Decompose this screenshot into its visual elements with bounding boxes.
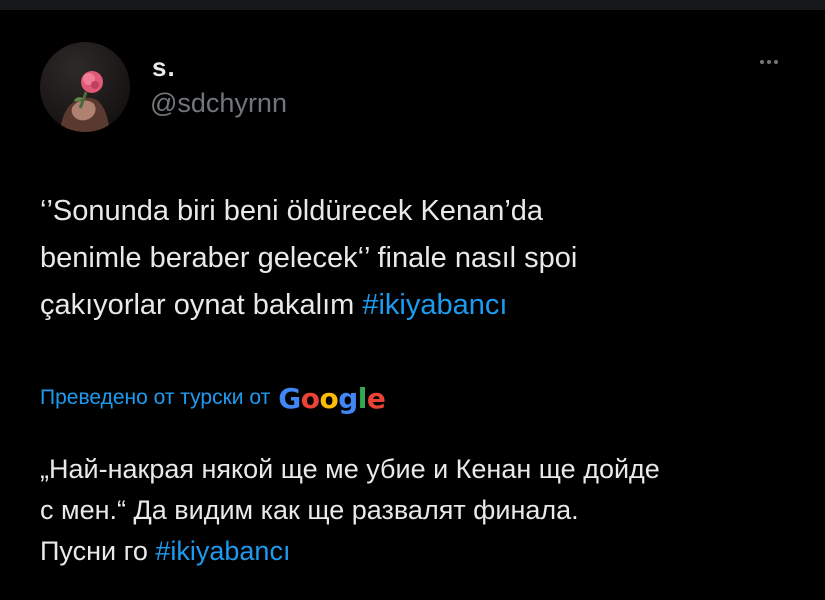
avatar[interactable] [40,42,130,132]
more-options-button[interactable] [752,52,786,72]
tweet-text-line: ‘’Sonunda biri beni öldürecek Kenan’da [40,195,544,227]
tweet-text-segment: çakıyorlar oynat bakalım [40,289,363,321]
google-logo: Google [278,381,386,415]
tweet-text-line: benimle beraber gelecek‘’ finale nasıl s… [40,242,578,274]
translated-text-line: „Най-накрая някой ще ме убие и Кенан ще … [40,454,660,484]
translated-text-segment: Пусни го [40,536,156,566]
google-letter: g [338,381,358,415]
display-name[interactable]: s. [152,52,176,83]
tweet-text-line: çakıyorlar oynat bakalım #ikiyabancı [40,282,740,329]
translated-text-line: с мен.“ Да видим как ще развалят финала. [40,495,579,525]
more-dot-icon [767,60,771,64]
translated-text: „Най-накрая някой ще ме убие и Кенан ще … [40,449,800,572]
top-divider [0,0,825,10]
translated-text-line: Пусни го #ikiyabancı [40,531,800,572]
google-letter: o [319,381,339,415]
google-letter: e [366,381,386,415]
user-handle[interactable]: @sdchyrnn [150,88,287,119]
google-letter: o [300,381,320,415]
rose-hand-icon [60,71,110,132]
translated-from-label[interactable]: Преведено от турски от [40,386,270,410]
google-letter: l [357,381,368,415]
hashtag-link[interactable]: #ikiyabancı [155,536,290,566]
more-dot-icon [760,60,764,64]
tweet-text: ‘’Sonunda biri beni öldürecek Kenan’da b… [40,188,740,329]
hashtag-link[interactable]: #ikiyabancı [362,289,507,321]
more-dot-icon [774,60,778,64]
tweet-page: s. @sdchyrnn ‘’Sonunda biri beni öldürec… [0,0,825,600]
google-letter: G [278,381,301,415]
translation-attribution: Преведено от турски от Google [40,380,386,416]
